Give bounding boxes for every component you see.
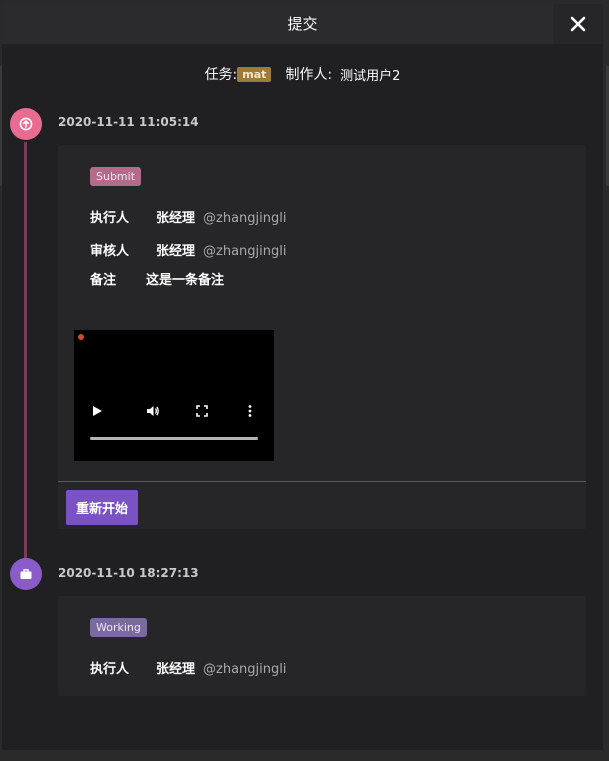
more-options-button[interactable] [243,404,257,418]
note-row: 备注 这是一条备注 [90,269,224,288]
fullscreen-icon [196,405,208,417]
executor-handle: @zhangjingli [203,211,287,226]
restart-button[interactable]: 重新开始 [66,490,138,525]
executor-label: 执行人 [90,662,130,677]
executor-row: 执行人 张经理 @zhangjingli [90,658,286,677]
volume-icon [147,406,159,416]
submit-dialog: 提交 任务: mat 制作人: 测试用户2 2020-11-11 11:05:14 S… [2,4,603,750]
dialog-header: 提交 [2,4,603,44]
note-value: 这是一条备注 [146,273,225,288]
close-button[interactable] [553,4,603,44]
close-icon [570,16,586,32]
timeline-time: 2020-11-11 11:05:14 [58,115,199,129]
card-divider [58,481,586,482]
fullscreen-button[interactable] [195,404,209,418]
reviewer-handle: @zhangjingli [203,244,287,259]
timeline-card-submit: Submit 执行人 张经理 @zhangjingli 审核人 张经理 @zhangji… [58,145,586,529]
timeline-dot-working [10,558,42,590]
timeline-line [24,142,27,562]
video-progress-bar[interactable] [90,437,258,440]
task-meta-line: 任务: mat 制作人: 测试用户2 [2,64,603,84]
status-badge: Submit [90,167,142,186]
task-tag: mat [237,66,272,82]
status-badge: Working [90,618,147,637]
arrow-up-circle-icon [19,117,33,131]
volume-button[interactable] [146,404,160,418]
note-label: 备注 [90,273,117,288]
play-button[interactable] [90,404,104,418]
timeline-card-working: Working 执行人 张经理 @zhangjingli [58,596,586,696]
maker-name: 测试用户2 [340,68,401,84]
reviewer-name: 张经理 [156,244,196,259]
reviewer-label: 审核人 [90,244,130,259]
more-vertical-icon [248,405,252,417]
task-label: 任务: [204,67,238,83]
reviewer-row: 审核人 张经理 @zhangjingli [90,240,286,259]
executor-name: 张经理 [156,662,196,677]
executor-name: 张经理 [156,211,196,226]
executor-row: 执行人 张经理 @zhangjingli [90,207,286,226]
briefcase-icon [20,569,32,579]
maker-label: 制作人: [285,67,333,83]
executor-label: 执行人 [90,211,130,226]
video-player[interactable] [74,330,274,461]
play-icon [93,406,102,416]
video-logo-icon [78,334,84,340]
timeline-dot-submit [10,108,42,140]
timeline-time: 2020-11-10 18:27:13 [58,566,199,580]
executor-handle: @zhangjingli [203,662,287,677]
dialog-title: 提交 [287,15,318,33]
